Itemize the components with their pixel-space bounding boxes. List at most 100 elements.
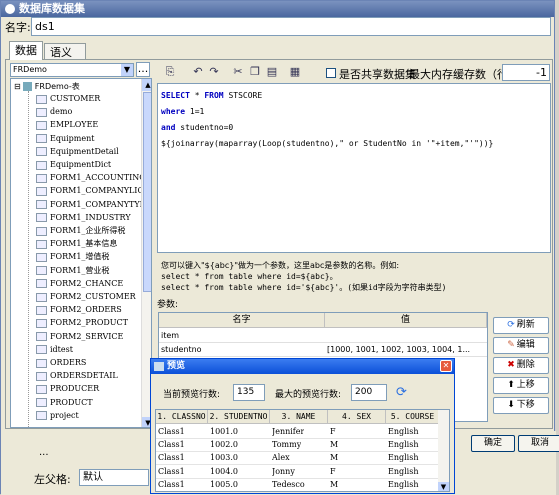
row-divider [159,356,487,357]
refresh-icon[interactable]: ⟳ [396,385,407,400]
sql-code: SELECT * FROM STSCORE where 1=1 and stud… [161,91,494,148]
preview-icon[interactable]: ⎘ [163,65,177,79]
copy-icon[interactable]: ❐ [248,65,262,79]
refresh-button[interactable]: ⟳ 刷新 [493,317,549,334]
tree-item[interactable]: EquipmentDict [36,159,111,170]
tree-item[interactable]: demo [36,106,72,117]
tree-item[interactable]: ORDERSDETAIL [36,370,118,381]
tree-root[interactable]: ⊟ FRDemo-表 [14,81,80,92]
tree-item[interactable]: FORM2_CUSTOMER [36,291,136,302]
sql-builder-icon[interactable]: ▦ [288,65,302,79]
grid-header: 1. CLASSNO [156,410,208,424]
sql-editor[interactable]: SELECT * FROM STSCORE where 1=1 and stud… [157,83,551,253]
table-icon [36,226,47,236]
scroll-up-icon[interactable]: ▲ [142,79,151,91]
tree-item[interactable]: ORDERS [36,357,86,368]
move-down-button[interactable]: ⬇ 下移 [493,397,549,414]
table-icon [36,371,47,381]
grid-cell: English [388,479,419,489]
move-up-button[interactable]: ⬆ 上移 [493,377,549,394]
table-icon [36,345,47,355]
share-dataset-label: 是否共享数据集 [339,68,416,81]
edit-button[interactable]: ✎ 编辑 [493,337,549,354]
grid-scrollbar[interactable]: ▼ [438,410,449,491]
preview-title-bar: 预览 ✕ [151,359,454,374]
max-rows-input[interactable]: 200 [351,384,387,401]
cancel-button[interactable]: 取消 [518,435,559,452]
grid-header: 3. NAME [270,410,328,424]
grid-cell: F [330,466,336,476]
tree-item[interactable]: CUSTOMER [36,93,100,104]
grid-header: 5. COURSE [386,410,440,424]
scroll-down-icon[interactable]: ▼ [438,482,449,491]
table-icon [36,200,47,210]
delete-button[interactable]: ✖ 删除 [493,357,549,374]
table-icon [36,173,47,183]
tree-line [28,91,29,427]
tree-item[interactable]: idtest [36,344,73,355]
table-icon [36,252,47,262]
tree-item[interactable]: FORM1_COMPANYLICEN [36,185,151,196]
pencil-icon: ✎ [507,340,515,350]
tree-item[interactable]: EquipmentDetail [36,146,119,157]
left-father-input[interactable]: 默认 [79,469,149,486]
table-icon [36,239,47,249]
tree-item[interactable]: PRODUCT [36,397,93,408]
table-icon [36,147,47,157]
grid-cell: English [388,453,419,463]
grid-cell: 1001.0 [210,427,238,436]
chevron-down-icon[interactable]: ▼ [121,64,133,76]
tree-item[interactable]: Equipment [36,133,94,144]
cut-icon[interactable]: ✂ [231,65,245,79]
tree-item[interactable]: FORM2_CHANCE [36,278,123,289]
close-icon[interactable]: ✕ [440,360,452,372]
grid-header: 4. SEX [328,410,386,424]
grid-cell: Class1 [158,466,185,476]
ok-button[interactable]: 确定 [471,435,515,452]
grid-cell: Alex [272,453,290,463]
undo-icon[interactable]: ↶ [191,65,205,79]
paste-icon[interactable]: ▤ [265,65,279,79]
max-cache-input[interactable]: -1 [502,64,550,81]
share-dataset-checkbox[interactable] [326,68,336,78]
tree-item[interactable]: FORM1_增值税 [36,251,109,262]
tree-item[interactable]: PRODUCER [36,383,99,394]
refresh-icon: ⟳ [507,320,515,330]
scroll-thumb[interactable] [143,92,151,292]
current-rows-value: 135 [233,384,265,401]
tree-item[interactable]: FORM2_PRODUCT [36,317,128,328]
tree-item[interactable]: FORM1_ACCOUNTINGS [36,172,151,183]
tab-data[interactable]: 数据 [9,41,43,60]
tree-item[interactable]: project [36,410,79,421]
tree-item[interactable]: EMPLOYEE [36,119,98,130]
tree-item[interactable]: FORM1_营业税 [36,265,109,276]
name-input[interactable]: ds1 [31,17,551,36]
preview-grid[interactable]: 1. CLASSNO 2. STUDENTNO 3. NAME 4. SEX 5… [155,409,450,492]
table-icon [36,266,47,276]
preview-title: 预览 [167,361,186,371]
tree-item[interactable]: FORM2_SERVICE [36,331,123,342]
table-tree[interactable]: ⊟ FRDemo-表 CUSTOMER demo EMPLOYEE Equipment… [10,78,152,428]
connection-select[interactable]: FRDemo ▼ [10,63,134,77]
tree-item[interactable]: FORM1_企业所得税 [36,225,125,236]
grid-cell: F [330,427,336,436]
tree-item[interactable]: FORM1_INDUSTRY [36,212,131,223]
grid-cell: Class1 [158,453,185,463]
tree-item[interactable]: FORM1_COMPANYTYPE [36,199,151,210]
table-icon [36,332,47,342]
name-label: 名字: [5,21,31,34]
param-value[interactable]: [1000, 1001, 1002, 1003, 1004, 1... [327,343,485,356]
tree-item[interactable]: FORM2_ORDERS [36,304,122,315]
table-icon [36,120,47,130]
sql-toolbar: ⎘ ↶ ↷ ✂ ❐ ▤ ▦ 是否共享数据集 最大内存缓存数（行） -1 [157,63,551,83]
tab-semantic[interactable]: 语义层 [44,43,86,76]
param-name[interactable]: item [161,329,179,342]
window-icon [154,362,164,371]
preview-window: 预览 ✕ 当前预览行数: 135 最大的预览行数: 200 ⟳ 1. CLASS… [150,358,455,494]
param-name[interactable]: studentno [161,343,202,356]
tree-item[interactable]: FORM1_基本信息 [36,238,117,249]
grid-cell: 1005.0 [210,479,238,489]
redo-icon[interactable]: ↷ [207,65,221,79]
params-header-name: 名字 [159,313,325,328]
browse-button[interactable]: ... [136,62,150,77]
